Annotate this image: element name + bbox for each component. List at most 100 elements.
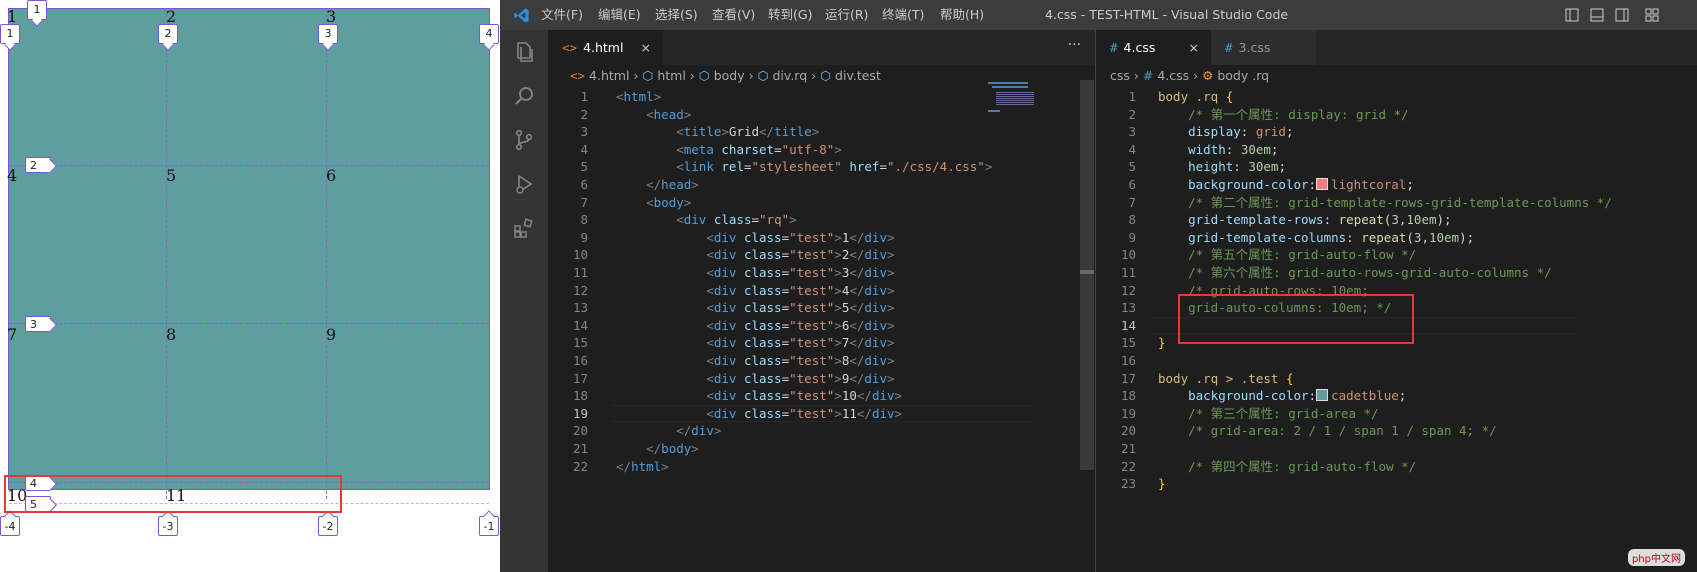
code-line[interactable]: </html> bbox=[616, 458, 669, 476]
code-token: "test" bbox=[789, 300, 835, 316]
breadcrumb-item[interactable]: div.rq bbox=[772, 68, 807, 83]
breadcrumb-item[interactable]: body .rq bbox=[1217, 68, 1269, 83]
code-token: /* 第四个属性: grid-auto-flow */ bbox=[1188, 458, 1417, 474]
code-line[interactable]: } bbox=[1158, 475, 1166, 493]
code-line[interactable]: display: grid; bbox=[1158, 123, 1293, 141]
menu-edit[interactable]: 编辑(E) bbox=[598, 0, 641, 30]
toggle-sidebar-icon[interactable] bbox=[1565, 8, 1579, 22]
breadcrumb-item[interactable]: 4.css bbox=[1157, 68, 1189, 83]
code-line[interactable]: body .rq { bbox=[1158, 88, 1233, 106]
code-line[interactable]: background-color: lightcoral; bbox=[1158, 176, 1414, 194]
search-icon[interactable] bbox=[512, 84, 536, 108]
menu-selection[interactable]: 选择(S) bbox=[655, 0, 698, 30]
vertical-scrollbar[interactable] bbox=[1080, 80, 1094, 470]
breadcrumb-item[interactable]: 4.html bbox=[589, 68, 629, 83]
more-actions-icon[interactable]: ··· bbox=[1068, 30, 1081, 60]
code-line[interactable]: <title>Grid</title> bbox=[616, 123, 819, 141]
code-editor-html[interactable]: 1 <html> 2 <head> 3 <title>Grid</title> 4 <m… bbox=[548, 88, 1095, 568]
tab-3-css[interactable]: #3.css bbox=[1211, 30, 1316, 65]
breadcrumb-item[interactable]: div.test bbox=[835, 68, 881, 83]
code-line[interactable]: <div class="test">7</div> bbox=[616, 334, 894, 352]
code-line[interactable]: <div class="test">6</div> bbox=[616, 317, 894, 335]
code-token: grid-template-columns bbox=[1188, 229, 1347, 245]
code-line[interactable]: <div class="rq"> bbox=[616, 211, 796, 229]
code-line[interactable]: <div class="test">5</div> bbox=[616, 299, 894, 317]
line-number: 11 bbox=[572, 265, 588, 280]
menu-view[interactable]: 查看(V) bbox=[712, 0, 755, 30]
code-line[interactable]: body .rq > .test { bbox=[1158, 370, 1293, 388]
code-line[interactable]: /* 第四个属性: grid-auto-flow */ bbox=[1158, 458, 1416, 476]
code-line[interactable]: /* grid-area: 2 / 1 / span 1 / span 4; *… bbox=[1158, 422, 1497, 440]
code-line[interactable]: <div class="test">9</div> bbox=[616, 370, 894, 388]
code-line[interactable]: <body> bbox=[616, 194, 691, 212]
code-line[interactable]: /* 第一个属性: display: grid */ bbox=[1158, 106, 1409, 124]
toggle-secondary-sidebar-icon[interactable] bbox=[1615, 8, 1629, 22]
run-debug-icon[interactable] bbox=[512, 172, 536, 196]
menu-run[interactable]: 运行(R) bbox=[825, 0, 868, 30]
code-line[interactable]: </body> bbox=[616, 440, 699, 458]
menu-go[interactable]: 转到(G) bbox=[768, 0, 812, 30]
code-token: div bbox=[871, 405, 895, 421]
close-tab-icon[interactable]: × bbox=[641, 30, 651, 65]
code-token: < bbox=[706, 300, 714, 316]
code-line[interactable]: /* 第三个属性: grid-area */ bbox=[1158, 405, 1378, 423]
code-line[interactable]: <div class="test">4</div> bbox=[616, 282, 894, 300]
close-tab-icon[interactable]: × bbox=[1189, 30, 1199, 65]
tab-4-html[interactable]: <> 4.html × bbox=[548, 30, 663, 65]
code-line[interactable]: grid-template-columns: repeat(3,10em); bbox=[1158, 229, 1474, 247]
css-file-icon: # bbox=[1110, 40, 1118, 55]
code-line[interactable]: <html> bbox=[616, 88, 661, 106]
source-control-icon[interactable] bbox=[512, 128, 536, 152]
color-swatch-icon[interactable] bbox=[1316, 178, 1329, 190]
code-line[interactable]: } bbox=[1158, 334, 1166, 352]
line-number: 9 bbox=[580, 229, 588, 245]
code-token: </ bbox=[849, 282, 865, 298]
code-line[interactable]: /* 第五个属性: grid-auto-flow */ bbox=[1158, 246, 1416, 264]
code-line[interactable]: <div class="test">3</div> bbox=[616, 264, 894, 282]
code-token: "test" bbox=[789, 405, 835, 421]
code-line[interactable]: <div class="test">8</div> bbox=[616, 352, 894, 370]
code-line[interactable]: <div class="test">2</div> bbox=[616, 246, 894, 264]
code-line[interactable]: <meta charset="utf-8"> bbox=[616, 141, 842, 159]
breadcrumb-item[interactable]: body bbox=[714, 68, 745, 83]
code-line[interactable]: </div> bbox=[616, 422, 721, 440]
code-line[interactable]: <div class="test">10</div> bbox=[616, 387, 902, 405]
code-line[interactable]: </head> bbox=[616, 176, 699, 194]
toggle-panel-icon[interactable] bbox=[1590, 8, 1604, 22]
menu-file[interactable]: 文件(F) bbox=[541, 0, 583, 30]
menu-help[interactable]: 帮助(H) bbox=[940, 0, 984, 30]
grid-row-line bbox=[9, 165, 489, 166]
code-line[interactable]: <div class="test">1</div> bbox=[616, 229, 894, 247]
code-line[interactable]: <div class="test">11</div> bbox=[616, 405, 902, 423]
code-token: lightcoral bbox=[1331, 177, 1407, 192]
code-line[interactable]: /* 第二个属性: grid-template-rows-grid-templa… bbox=[1158, 194, 1612, 212]
minimap[interactable] bbox=[988, 80, 1038, 116]
menu-terminal[interactable]: 终端(T) bbox=[882, 0, 924, 30]
grid-cell-5: 5 bbox=[166, 166, 177, 185]
code-line[interactable]: background-color: cadetblue; bbox=[1158, 387, 1406, 405]
code-line[interactable]: height: 30em; bbox=[1158, 158, 1286, 176]
line-number: 22 bbox=[572, 458, 588, 474]
breadcrumb-item[interactable]: html bbox=[657, 68, 685, 83]
color-swatch-icon[interactable] bbox=[1316, 389, 1329, 402]
code-line[interactable]: grid-template-rows: repeat(3,10em); bbox=[1158, 211, 1451, 229]
code-line[interactable]: width: 30em; bbox=[1158, 141, 1278, 159]
customize-layout-icon[interactable] bbox=[1645, 8, 1659, 22]
code-line[interactable]: <head> bbox=[616, 106, 691, 124]
breadcrumb-item[interactable]: css bbox=[1110, 68, 1130, 83]
code-token: "test" bbox=[789, 317, 835, 333]
grid-cell-7: 7 bbox=[7, 325, 18, 344]
code-token: /* grid-area: 2 / 1 / span 1 / span 4; *… bbox=[1188, 423, 1497, 439]
extensions-icon[interactable] bbox=[512, 216, 536, 240]
code-line[interactable]: <link rel="stylesheet" href="./css/4.css… bbox=[616, 158, 992, 176]
scrollbar-thumb[interactable] bbox=[1080, 270, 1094, 274]
code-line[interactable]: /* 第六个属性: grid-auto-rows-grid-auto-colum… bbox=[1158, 264, 1552, 282]
explorer-icon[interactable] bbox=[512, 40, 536, 64]
tab-4-css[interactable]: #4.css × bbox=[1096, 30, 1211, 65]
line-number: 22 bbox=[1120, 458, 1136, 474]
line-number: 13 bbox=[1120, 300, 1136, 316]
